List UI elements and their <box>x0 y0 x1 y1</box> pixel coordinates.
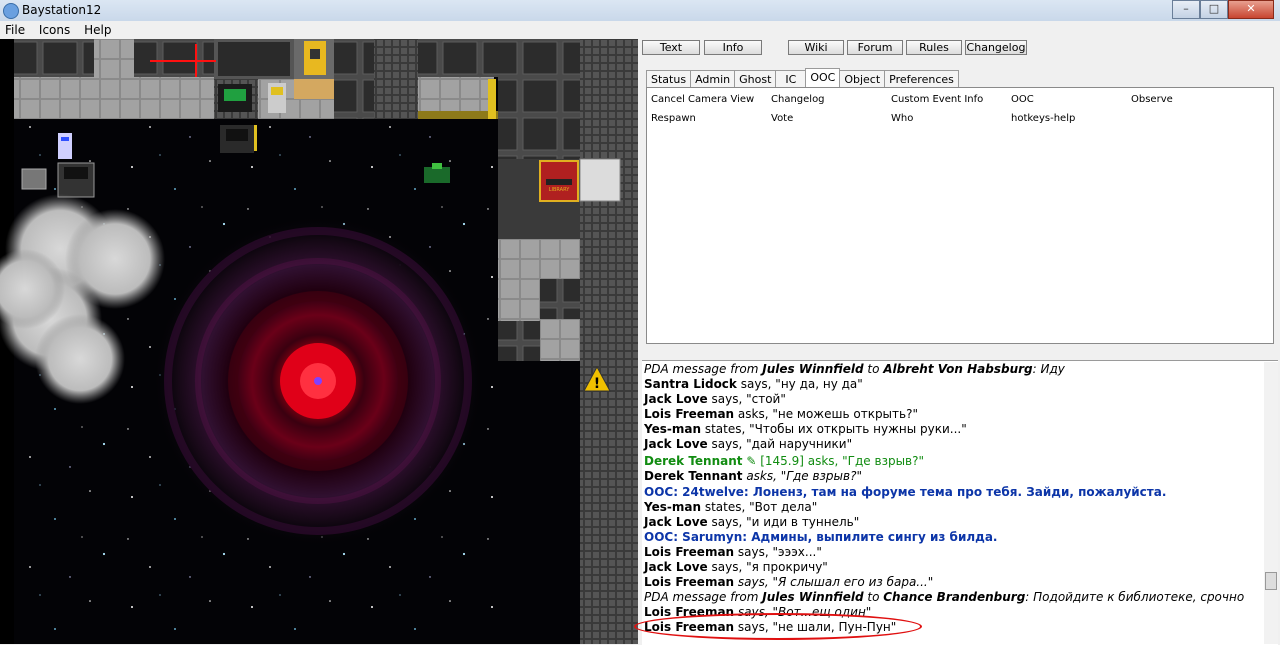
chat-line: Lois Freeman asks, "не можешь открыть?" <box>644 407 918 421</box>
maximize-button[interactable]: □ <box>1200 0 1228 19</box>
singularity <box>153 216 483 546</box>
chat-line: Jack Love says, "и иди в туннель" <box>644 515 860 529</box>
chat-line: PDA message from Jules Winnfield to Chan… <box>644 590 1245 604</box>
wiki-button[interactable]: Wiki <box>788 40 844 55</box>
verb-ooc[interactable]: OOC <box>1011 94 1034 105</box>
verb-who[interactable]: Who <box>891 113 913 124</box>
locker[interactable] <box>268 83 286 113</box>
chat-scroll-thumb[interactable] <box>1265 572 1277 590</box>
chat-line: Yes-man states, "Вот дела" <box>644 500 818 514</box>
verb-respawn[interactable]: Respawn <box>651 113 696 124</box>
verb-custom-event-info[interactable]: Custom Event Info <box>891 94 983 105</box>
changelog-button[interactable]: Changelog <box>965 40 1027 55</box>
red-highlight-circle <box>634 613 922 640</box>
menu-file[interactable]: File <box>0 21 30 37</box>
verb-observe[interactable]: Observe <box>1131 94 1173 105</box>
tab-ghost[interactable]: Ghost <box>734 70 777 87</box>
minimize-button[interactable]: – <box>1172 0 1200 19</box>
yellow-machine[interactable] <box>304 41 326 75</box>
chat-scrollbar[interactable] <box>1264 362 1278 644</box>
chat-line: Santra Lidock says, "ну да, ну да" <box>644 377 863 391</box>
chat-line-ooc: OOC: 24twelve: Лоненз, там на форуме тем… <box>644 485 1167 499</box>
tab-admin[interactable]: Admin <box>690 70 736 87</box>
game-map-viewport[interactable]: LIBRARY ! <box>0 39 638 644</box>
menu-icons[interactable]: Icons <box>34 21 75 37</box>
chat-line: Lois Freeman says, "Я слышал его из бара… <box>644 575 934 589</box>
verb-changelog[interactable]: Changelog <box>771 94 825 105</box>
menu-bar: File Icons Help <box>0 21 1280 39</box>
chat-line-ooc: OOC: Sarumyn: Админы, выпилите сингу из … <box>644 530 998 544</box>
info-button[interactable]: Info <box>704 40 762 55</box>
side-panel: Text Info Wiki Forum Rules Changelog Sta… <box>638 39 1280 645</box>
game-map[interactable]: LIBRARY ! <box>0 39 638 644</box>
chat-line: Jack Love says, "дай наручники" <box>644 437 853 451</box>
blue-pipe <box>58 133 72 159</box>
library-sign-text: LIBRARY <box>549 187 571 193</box>
library-airlock[interactable]: LIBRARY <box>539 158 621 202</box>
chat-line-radio: Derek Tennant ✎ [145.9] asks, "Где взрыв… <box>644 454 925 468</box>
chat-line: Derek Tennant asks, "Где взрыв?" <box>644 469 862 483</box>
verb-vote[interactable]: Vote <box>771 113 793 124</box>
forum-button[interactable]: Forum <box>847 40 903 55</box>
vent-grille <box>21 168 47 190</box>
window-title: Baystation12 <box>22 3 102 17</box>
chat-line: Jack Love says, "я прокричу" <box>644 560 828 574</box>
stat-tabs: Status Admin Ghost IC OOC Object Prefere… <box>646 68 959 87</box>
rules-button[interactable]: Rules <box>906 40 962 55</box>
chat-line: Jack Love says, "стой" <box>644 392 786 406</box>
text-button[interactable]: Text <box>642 40 700 55</box>
chat-output[interactable]: PDA message from Jules Winnfield to Albr… <box>642 360 1278 645</box>
warning-sign-text: ! <box>594 376 600 392</box>
chat-line: Lois Freeman says, "эээх..." <box>644 545 822 559</box>
tab-ic[interactable]: IC <box>775 70 807 87</box>
verb-panel: Cancel Camera View Changelog Custom Even… <box>646 87 1274 344</box>
verb-hotkeys-help[interactable]: hotkeys-help <box>1011 113 1075 124</box>
app-icon <box>3 3 19 19</box>
tab-ooc[interactable]: OOC <box>805 68 841 87</box>
chat-line: PDA message from Jules Winnfield to Albr… <box>644 362 1065 376</box>
menu-help[interactable]: Help <box>79 21 116 37</box>
tile-grid-right <box>498 159 580 644</box>
chat-line: Yes-man states, "Чтобы их открыть нужны … <box>644 422 967 436</box>
close-button[interactable]: ✕ <box>1228 0 1274 19</box>
tab-status[interactable]: Status <box>646 70 692 87</box>
title-bar: Baystation12 – □ ✕ <box>0 0 1280 22</box>
dark-console[interactable] <box>57 162 95 198</box>
tab-preferences[interactable]: Preferences <box>884 70 959 87</box>
verb-cancel-camera-view[interactable]: Cancel Camera View <box>651 94 754 105</box>
tab-object[interactable]: Object <box>839 70 886 87</box>
